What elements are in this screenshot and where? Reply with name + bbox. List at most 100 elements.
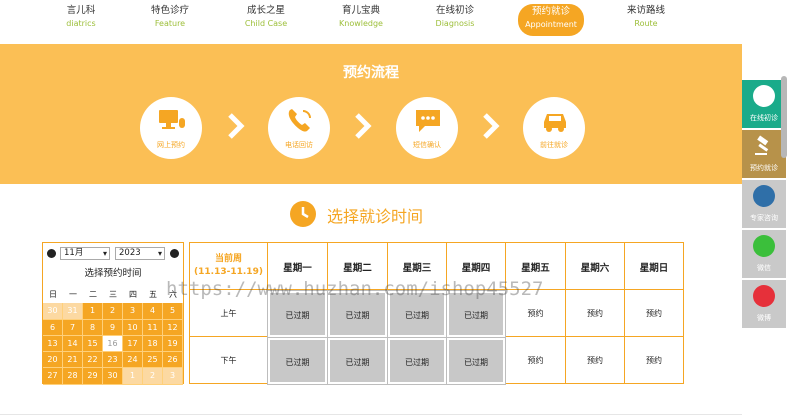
slot-book-button[interactable]: 预约 bbox=[625, 338, 683, 384]
nav-item-child-case[interactable]: 成长之星 Child Case bbox=[223, 5, 309, 36]
period-label-pm: 下午 bbox=[220, 356, 237, 365]
day-header: 星期日 bbox=[625, 243, 683, 290]
year-select[interactable]: 2023 bbox=[115, 247, 165, 260]
nav-sublabel: Diagnosis bbox=[435, 18, 475, 28]
calendar-day[interactable]: 3 bbox=[163, 368, 183, 385]
calendar-day[interactable]: 15 bbox=[83, 335, 103, 353]
schedule-day-column: 星期日 预约 预约 bbox=[625, 243, 683, 383]
calendar-day[interactable]: 11 bbox=[143, 319, 163, 336]
nav-item-appointment[interactable]: 预约就诊 Appointment bbox=[518, 4, 584, 36]
calendar-day[interactable]: 14 bbox=[63, 335, 83, 353]
sidebar-expert-consult[interactable]: 专家咨询 bbox=[742, 180, 786, 228]
calendar-day-today[interactable]: 16 bbox=[103, 335, 123, 353]
sidebar-label: 在线初诊 bbox=[750, 114, 778, 122]
people-icon bbox=[753, 185, 775, 207]
nav-sublabel: Child Case bbox=[244, 18, 288, 28]
schedule-day-column: 星期二 已过期 已过期 bbox=[327, 243, 388, 385]
nav-label: 来访路线 bbox=[626, 5, 665, 16]
current-week-label: 当前周 bbox=[214, 254, 242, 264]
calendar-day[interactable]: 2 bbox=[143, 368, 163, 385]
nav-label: 育儿宝典 bbox=[341, 5, 380, 16]
step-label: 网上预约 bbox=[157, 141, 185, 149]
weekday-label: 四 bbox=[123, 287, 143, 304]
calendar-day[interactable]: 24 bbox=[123, 352, 143, 369]
calendar-day[interactable]: 30 bbox=[43, 303, 63, 320]
chevron-right-icon bbox=[483, 113, 500, 139]
calendar-day[interactable]: 3 bbox=[123, 303, 143, 320]
phone-icon bbox=[288, 109, 311, 132]
calendar-day[interactable]: 30 bbox=[103, 368, 123, 385]
calendar-day[interactable]: 19 bbox=[163, 335, 183, 353]
calendar-day[interactable]: 17 bbox=[123, 335, 143, 353]
sidebar-weibo[interactable]: 微博 bbox=[742, 280, 786, 328]
nav-sublabel: diatrics bbox=[66, 18, 96, 28]
calendar-day[interactable]: 1 bbox=[83, 303, 103, 320]
calendar-day[interactable]: 21 bbox=[63, 352, 83, 369]
nav-item-route[interactable]: 来访路线 Route bbox=[603, 5, 689, 36]
step-online-booking: 网上预约 bbox=[140, 97, 202, 159]
nav-item-feature[interactable]: 特色诊疗 Feature bbox=[127, 5, 213, 36]
calendar-day[interactable]: 8 bbox=[83, 319, 103, 336]
calendar-day[interactable]: 23 bbox=[103, 352, 123, 369]
slot-expired: 已过期 bbox=[327, 337, 388, 385]
slot-book-button[interactable]: 预约 bbox=[506, 338, 565, 384]
day-header: 星期六 bbox=[566, 243, 624, 290]
nav-sublabel: Route bbox=[634, 18, 658, 28]
month-select[interactable]: 11月 bbox=[60, 247, 110, 260]
step-phone-callback: 电话回访 bbox=[268, 97, 330, 159]
calendar-day[interactable]: 27 bbox=[43, 368, 63, 385]
calendar-day[interactable]: 6 bbox=[43, 319, 63, 336]
prev-month-icon[interactable] bbox=[47, 249, 56, 258]
nav-item-knowledge[interactable]: 育儿宝典 Knowledge bbox=[318, 5, 404, 36]
date-picker-caption: 选择预约时间 bbox=[84, 268, 142, 279]
sidebar-label: 微博 bbox=[757, 314, 771, 322]
calendar-day[interactable]: 31 bbox=[63, 303, 83, 320]
schedule-day-column: 星期一 已过期 已过期 bbox=[267, 243, 328, 385]
slot-book-button[interactable]: 预约 bbox=[566, 291, 624, 337]
slot-book-button[interactable]: 预约 bbox=[625, 291, 683, 337]
calendar-day[interactable]: 7 bbox=[63, 319, 83, 336]
calendar-day[interactable]: 2 bbox=[103, 303, 123, 320]
calendar-day[interactable]: 13 bbox=[43, 335, 63, 353]
nav-item-diagnosis[interactable]: 在线初诊 Diagnosis bbox=[412, 5, 498, 36]
banner-title: 预约流程 bbox=[343, 65, 399, 81]
calendar-day[interactable]: 26 bbox=[163, 352, 183, 369]
calendar-day[interactable]: 22 bbox=[83, 352, 103, 369]
calendar-day[interactable]: 20 bbox=[43, 352, 63, 369]
calendar-day[interactable]: 18 bbox=[143, 335, 163, 353]
sidebar-scrollbar[interactable] bbox=[781, 76, 787, 158]
top-nav: 言儿科 diatrics 特色诊疗 Feature 成长之星 Child Cas… bbox=[0, 0, 790, 44]
calendar-day[interactable]: 1 bbox=[123, 368, 143, 385]
weekday-label: 日 bbox=[43, 287, 63, 304]
step-label: 短信确认 bbox=[413, 141, 441, 149]
current-week-range: (11.13-11.19) bbox=[194, 266, 263, 277]
nav-sublabel: Appointment bbox=[525, 19, 577, 29]
nav-sublabel: Feature bbox=[154, 18, 186, 28]
slot-book-button[interactable]: 预约 bbox=[566, 338, 624, 384]
gavel-icon bbox=[753, 135, 775, 157]
process-banner: 预约流程 网上预约 电话回访 短信确认 前往就诊 bbox=[0, 44, 742, 184]
calendar-day[interactable]: 28 bbox=[63, 368, 83, 385]
weibo-icon bbox=[753, 285, 775, 307]
next-month-icon[interactable] bbox=[170, 249, 179, 258]
calendar-day[interactable]: 25 bbox=[143, 352, 163, 369]
calendar-day[interactable]: 10 bbox=[123, 319, 143, 336]
calendar-week: 13 14 15 16 17 18 19 bbox=[43, 335, 183, 353]
calendar-day[interactable]: 4 bbox=[143, 303, 163, 320]
calendar-day[interactable]: 12 bbox=[163, 319, 183, 336]
calendar-day[interactable]: 5 bbox=[163, 303, 183, 320]
weekday-label: 五 bbox=[143, 287, 163, 304]
calendar-week: 6 7 8 9 10 11 12 bbox=[43, 319, 183, 336]
sidebar-label: 预约就诊 bbox=[750, 164, 778, 172]
car-icon bbox=[544, 114, 566, 132]
clock-icon bbox=[290, 201, 316, 227]
sidebar-online-diagnosis[interactable]: 在线初诊 bbox=[742, 80, 786, 128]
calendar-day[interactable]: 29 bbox=[83, 368, 103, 385]
sidebar-wechat[interactable]: 微信 bbox=[742, 230, 786, 278]
nav-item-pediatrics[interactable]: 言儿科 diatrics bbox=[38, 5, 124, 36]
schedule-day-column: 星期六 预约 预约 bbox=[566, 243, 625, 383]
calendar-day[interactable]: 9 bbox=[103, 319, 123, 336]
sidebar-appointment[interactable]: 预约就诊 bbox=[742, 130, 786, 178]
nav-label: 预约就诊 bbox=[531, 6, 570, 17]
divider bbox=[0, 414, 742, 415]
